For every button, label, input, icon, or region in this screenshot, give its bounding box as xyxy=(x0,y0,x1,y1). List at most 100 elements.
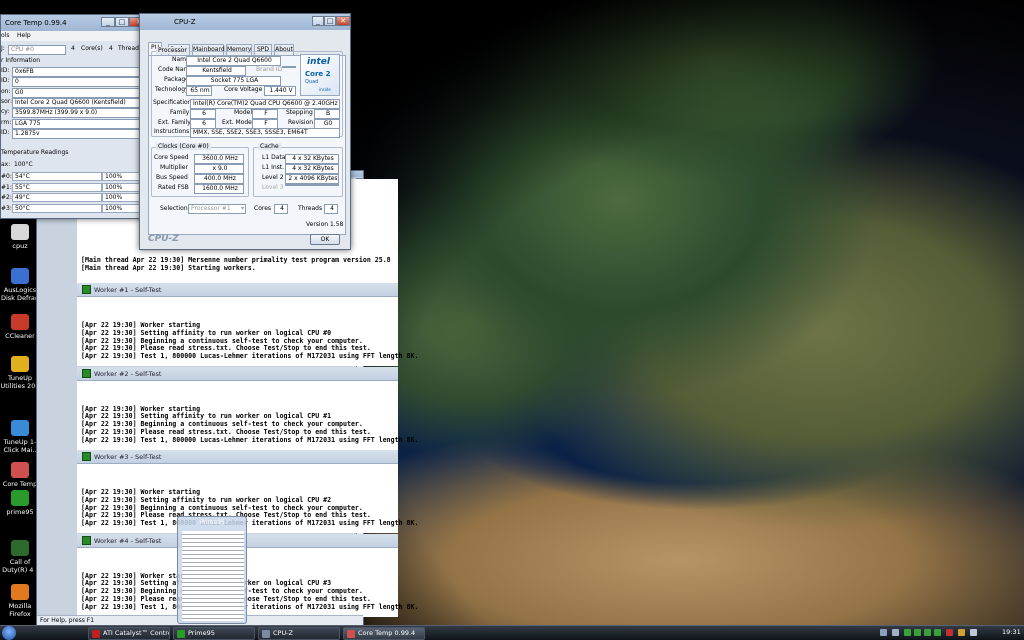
minimize-button[interactable]: _ xyxy=(312,16,324,26)
rated-fsb-label: Rated FSB xyxy=(158,184,189,191)
start-button[interactable] xyxy=(2,626,16,640)
taskbar-button[interactable]: CPU-Z xyxy=(258,627,340,640)
cores-label: Core(s) xyxy=(81,45,103,52)
info-label: ID: xyxy=(1,77,10,85)
stepping-label: Stepping xyxy=(286,109,313,116)
core-label: #2: xyxy=(1,194,12,201)
desktop-icon-label: Core Temp xyxy=(2,480,38,488)
catalyst-icon[interactable] xyxy=(946,629,953,636)
core-temp-row: #3: 50°C 100% xyxy=(1,203,149,214)
logo-quad: Quad xyxy=(305,79,319,85)
bus-speed-label: Bus Speed xyxy=(156,174,188,181)
core-temperature: 55°C xyxy=(12,182,102,192)
menu-help[interactable]: Help xyxy=(17,31,31,41)
maximize-button[interactable]: □ xyxy=(115,17,129,27)
info-value: Intel Core 2 Quad Q6600 (Kentsfield) xyxy=(12,97,144,108)
core-temperature: 50°C xyxy=(12,203,102,213)
network-icon[interactable] xyxy=(880,629,887,636)
desktop-icon[interactable]: cpuz xyxy=(0,224,40,250)
specification-value: Intel(R) Core(TM)2 Quad CPU Q6600 @ 2.40… xyxy=(190,99,340,109)
worker-log-pane: [Apr 22 19:30] Worker starting [Apr 22 19… xyxy=(77,380,418,450)
brand-id-value xyxy=(282,66,296,68)
app-icon xyxy=(11,584,29,600)
desktop-icon[interactable]: AusLogics Disk Defrag xyxy=(0,268,40,302)
family-value: 6 xyxy=(190,109,216,119)
info-header: r Information xyxy=(1,57,41,64)
security-icon[interactable] xyxy=(958,629,965,636)
maximize-button[interactable]: □ xyxy=(324,16,336,26)
info-value: LGA 775 xyxy=(12,118,144,129)
coretemp-window: Core Temp 0.99.4 _ □ ✕ ols Help J: CPU #… xyxy=(0,14,150,219)
app-icon xyxy=(262,630,270,638)
worker-icon xyxy=(82,368,91,378)
model-value: F xyxy=(252,109,278,119)
package-value: Socket 775 LGA xyxy=(186,76,281,86)
info-value: 3599.87MHz (399.99 x 9.0) xyxy=(12,108,144,119)
ok-button[interactable]: OK xyxy=(310,234,340,245)
group-title: Cache xyxy=(258,143,281,150)
voltage-label: Core Voltage xyxy=(224,86,263,93)
cpuz-title-bar[interactable]: CPU-Z _ □ ✕ xyxy=(140,14,350,30)
desktop-icon[interactable]: Core Temp xyxy=(0,462,40,488)
prime95-thumbnail[interactable]: Prime95 xyxy=(177,516,247,624)
revision-label: Revision xyxy=(288,119,314,126)
info-value: 0x6FB xyxy=(12,67,144,77)
desktop-icon[interactable]: Mozilla Firefox xyxy=(0,584,40,618)
worker-title: Worker #1 - Self-Test xyxy=(94,286,162,294)
taskbar-button[interactable]: ATI Catalyst™ Control C... xyxy=(88,627,170,640)
worker-icon xyxy=(82,535,91,545)
worker-title-bar[interactable]: Worker #1 - Self-Test xyxy=(77,283,398,297)
codename-value: Kentsfield xyxy=(186,66,246,76)
taskbar-button-label: Core Temp 0.99.4 xyxy=(358,629,416,637)
menu-tools[interactable]: ols xyxy=(1,31,9,41)
close-button[interactable]: ✕ xyxy=(336,16,350,26)
info-value: G0 xyxy=(12,87,144,98)
volume-icon[interactable] xyxy=(892,629,899,636)
level3-value xyxy=(285,184,339,186)
desktop-icon[interactable]: CCleaner xyxy=(0,314,40,340)
cpu-label: J: xyxy=(1,45,5,52)
desktop-icon[interactable]: Call of Duty(R) 4 - xyxy=(0,540,40,574)
logo-core: Core 2 xyxy=(305,70,331,78)
l1-data-label: L1 Data xyxy=(262,154,286,161)
desktop-icon-label: TuneUp Utilities 200 xyxy=(0,374,40,390)
window-title: CPU-Z xyxy=(174,18,196,26)
desktop-icon[interactable]: TuneUp 1-Click Mai.. xyxy=(0,420,40,454)
group-title: Clocks (Core #0) xyxy=(156,143,211,150)
minimize-button[interactable]: _ xyxy=(101,17,115,27)
cpuz-brand: CPU-Z xyxy=(148,234,179,244)
coretemp-tray-icon[interactable] xyxy=(914,629,921,636)
technology-value: 65 nm xyxy=(186,86,212,96)
taskbar-button[interactable]: Prime95 xyxy=(173,627,255,640)
cpu-select[interactable]: CPU #0 xyxy=(8,45,66,55)
worker-log-pane: [Apr 22 19:30] Worker starting [Apr 22 19… xyxy=(77,297,418,366)
selection-dropdown[interactable]: Processor #1 ▾ xyxy=(188,204,246,214)
instructions-label: Instructions xyxy=(154,128,190,135)
info-label: cy: xyxy=(1,108,10,116)
thumbnail-title: Prime95 xyxy=(200,519,225,526)
app-icon xyxy=(11,268,29,284)
worker-title-bar[interactable]: Worker #2 - Self-Test xyxy=(77,366,398,381)
taskbar-button[interactable]: Core Temp 0.99.4 xyxy=(343,627,425,640)
taskbar-button-label: Prime95 xyxy=(188,629,215,637)
threads-count: 4 xyxy=(109,45,113,52)
clock[interactable]: 19:31 xyxy=(1002,628,1021,636)
worker-title-bar[interactable]: Worker #3 - Self-Test xyxy=(77,450,398,464)
window-title: Core Temp 0.99.4 xyxy=(5,19,67,27)
tjmax-value: 100°C xyxy=(14,161,33,168)
desktop-icon[interactable]: prime95 xyxy=(0,490,40,516)
coretemp-tray-icon[interactable] xyxy=(904,629,911,636)
specification-label: Specification xyxy=(153,99,192,106)
coretemp-title-bar[interactable]: Core Temp 0.99.4 _ □ ✕ xyxy=(1,15,149,31)
speaker-icon[interactable] xyxy=(970,629,977,636)
coretemp-tray-icon[interactable] xyxy=(924,629,931,636)
worker-title: Worker #3 - Self-Test xyxy=(94,453,162,461)
family-label: Family xyxy=(170,109,190,116)
bus-speed-value: 400.0 MHz xyxy=(194,174,244,184)
core-speed-label: Core Speed xyxy=(154,154,189,161)
desktop-icon[interactable]: TuneUp Utilities 200 xyxy=(0,356,40,390)
taskbar: ATI Catalyst™ Control C... Prime95 CPU-Z Co… xyxy=(0,625,1024,640)
coretemp-tray-icon[interactable] xyxy=(934,629,941,636)
tjmax-label: ax: xyxy=(1,161,11,168)
l1-data-value: 4 x 32 KBytes xyxy=(285,154,339,164)
